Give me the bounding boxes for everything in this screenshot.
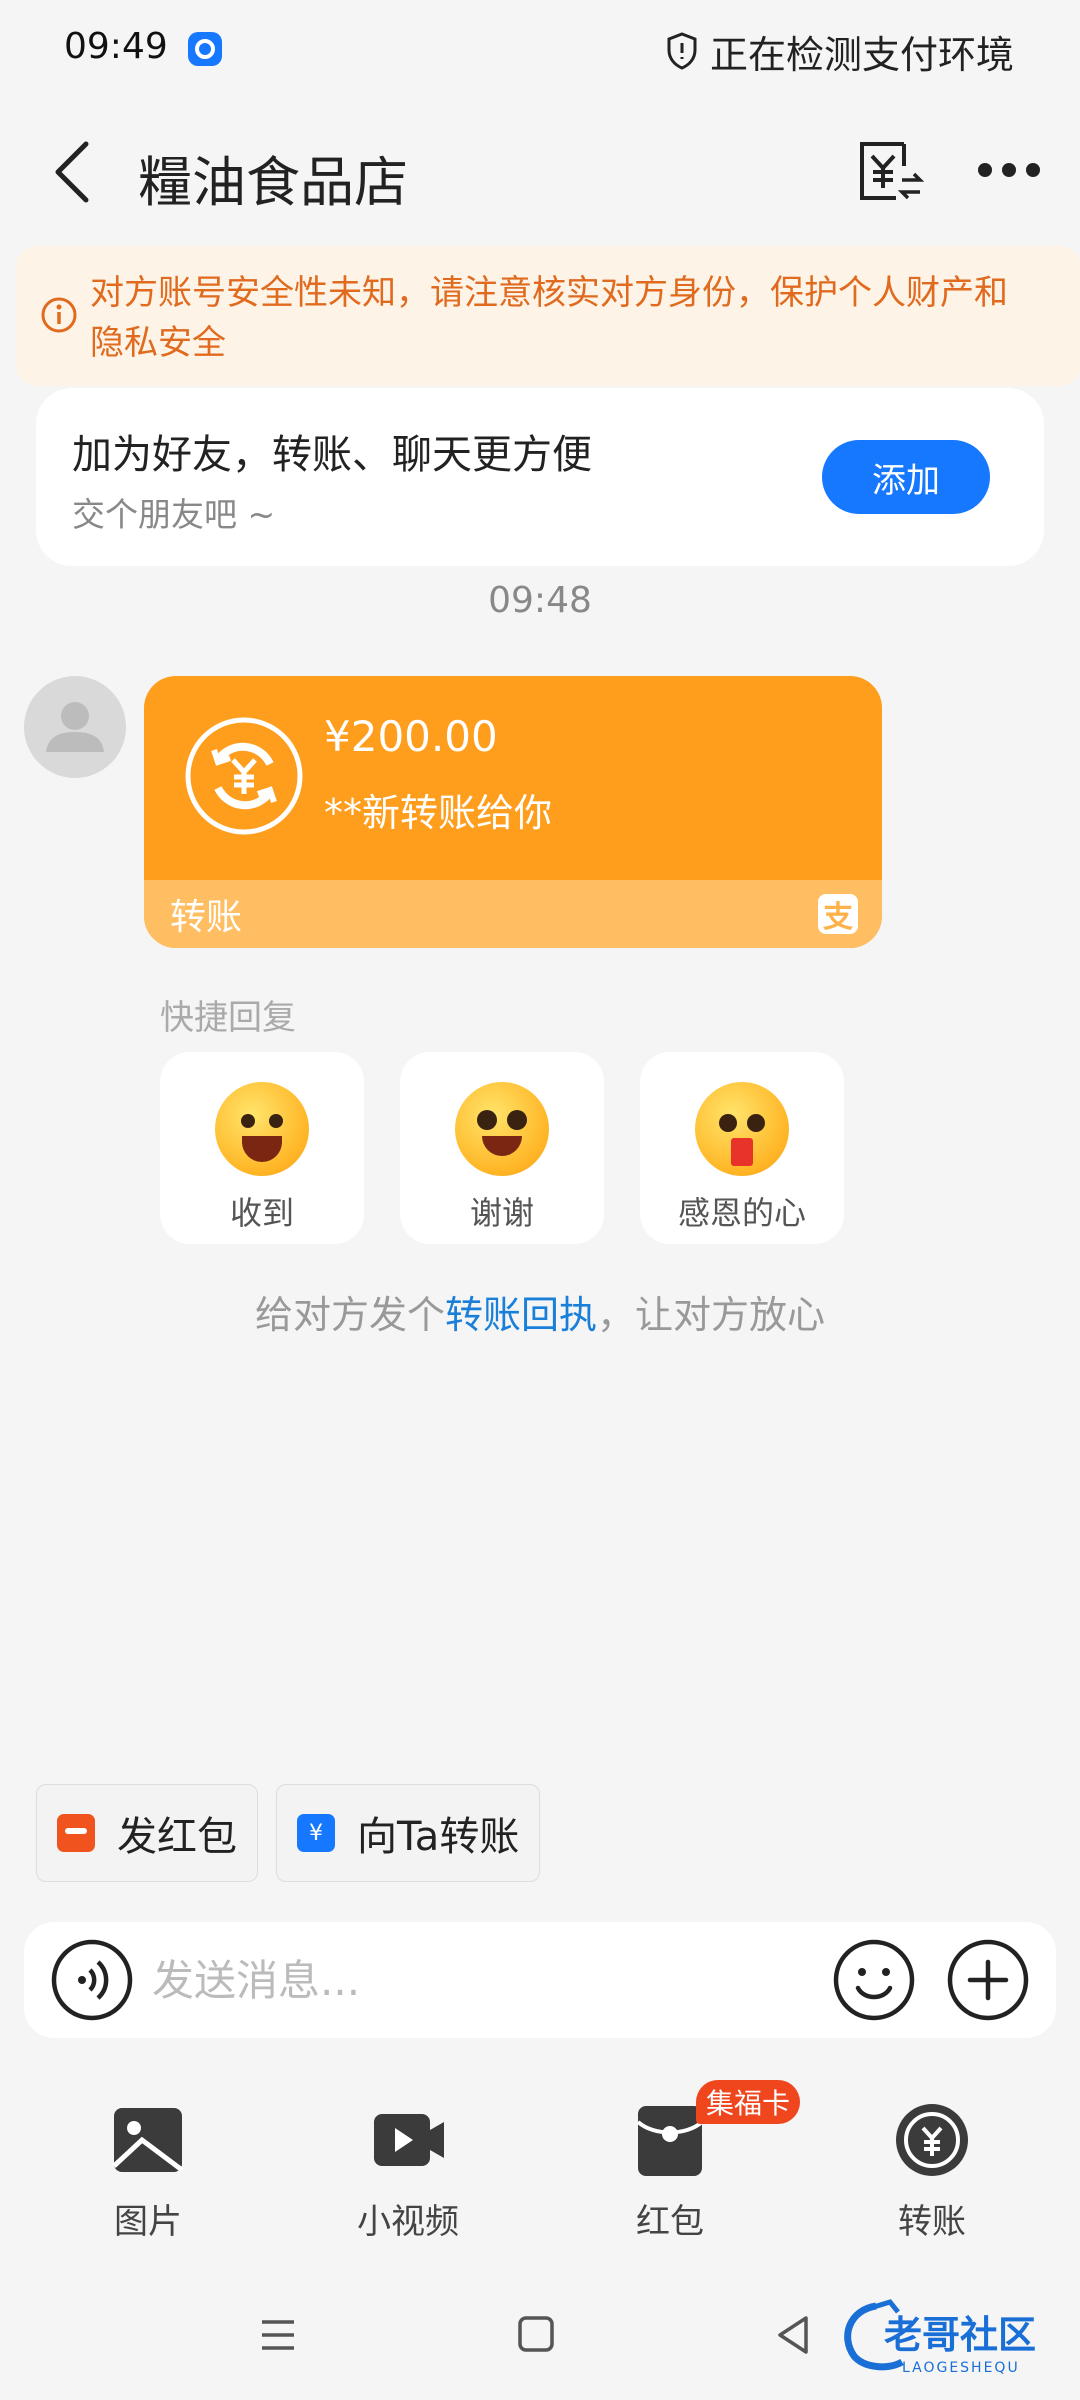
quick-reply-received[interactable]: 收到 xyxy=(160,1052,364,1244)
add-friend-button[interactable]: 添加 xyxy=(822,440,990,514)
plus-icon[interactable] xyxy=(946,1938,1030,2022)
red-packet-label: 发红包 xyxy=(117,1814,237,1860)
image-icon xyxy=(112,2108,184,2172)
quick-reply-thanks[interactable]: 谢谢 xyxy=(400,1052,604,1244)
home-icon[interactable] xyxy=(506,2310,566,2360)
receipt-hint-prefix: 给对方发个 xyxy=(254,1293,445,1337)
receipt-hint-suffix: ，让对方放心 xyxy=(597,1293,826,1337)
transfer-circle-icon xyxy=(185,717,303,835)
quick-reply-label: 谢谢 xyxy=(469,1194,534,1232)
watermark-subtitle: LAOGESHEQU xyxy=(902,2360,1020,2376)
grateful-emoji-icon xyxy=(695,1082,789,1176)
transfer-note: **新转账给你 xyxy=(324,791,553,835)
message-timestamp: 09:48 xyxy=(488,580,592,621)
transfer-chip-icon: ¥ xyxy=(297,1814,335,1852)
default-avatar-icon xyxy=(46,702,104,752)
voice-icon[interactable] xyxy=(50,1938,134,2022)
add-friend-subtitle: 交个朋友吧 ~ xyxy=(72,495,276,534)
bill-icon[interactable] xyxy=(856,136,926,206)
status-time: 09:49 xyxy=(64,26,168,67)
payment-env-status: 正在检测支付环境 xyxy=(710,33,1015,77)
warning-text: 对方账号安全性未知，请注意核实对方身份，保护个人财产和隐私安全 xyxy=(90,273,1008,363)
thanks-emoji-icon xyxy=(455,1082,549,1176)
transfer-label: 转账 xyxy=(170,897,243,938)
quick-reply-label: 收到 xyxy=(229,1194,294,1232)
alipay-icon: 支 xyxy=(818,894,858,935)
alipay-status-icon xyxy=(188,32,222,66)
more-icon[interactable] xyxy=(974,150,1044,190)
emoji-icon[interactable] xyxy=(832,1938,916,2022)
add-friend-title: 加为好友，转账、聊天更方便 xyxy=(72,432,592,478)
panel-image-button[interactable]: 图片 xyxy=(58,2100,238,2242)
watermark-title: 老哥社区 xyxy=(884,2313,1036,2357)
transfer-amount: ¥200.00 xyxy=(324,712,498,761)
avatar[interactable] xyxy=(24,676,126,778)
transfer-to-ta-label: 向Ta转账 xyxy=(357,1814,520,1860)
page-title: 糧油食品店 xyxy=(138,151,408,214)
back-button[interactable] xyxy=(40,130,100,214)
panel-transfer-button[interactable]: 转账 xyxy=(842,2100,1022,2242)
quick-reply-grateful[interactable]: 感恩的心 xyxy=(640,1052,844,1244)
bubble-footer xyxy=(144,880,882,948)
transfer-icon xyxy=(896,2104,968,2176)
panel-video-button[interactable]: 小视频 xyxy=(318,2100,498,2242)
panel-transfer-label: 转账 xyxy=(898,2202,966,2242)
send-red-packet-button[interactable]: 发红包 xyxy=(36,1784,258,1882)
watermark-logo: 老哥社区 LAOGESHEQU xyxy=(844,2299,1036,2376)
info-icon xyxy=(41,297,77,333)
message-input[interactable] xyxy=(152,1950,792,2010)
panel-red-packet-label: 红包 xyxy=(636,2202,704,2242)
laughing-emoji-icon xyxy=(215,1082,309,1176)
back-nav-icon[interactable] xyxy=(764,2310,824,2360)
receipt-hint: 给对方发个转账回执，让对方放心 xyxy=(0,1284,1080,1339)
red-packet-icon xyxy=(57,1814,95,1852)
quick-reply-title: 快捷回复 xyxy=(160,998,296,1038)
jifuka-badge: 集福卡 xyxy=(696,2080,800,2124)
video-icon xyxy=(374,2114,444,2166)
panel-video-label: 小视频 xyxy=(357,2202,459,2242)
transfer-receipt-link[interactable]: 转账回执 xyxy=(445,1293,597,1337)
panel-image-label: 图片 xyxy=(114,2202,182,2242)
menu-icon[interactable] xyxy=(248,2310,308,2360)
transfer-to-ta-button[interactable]: ¥ 向Ta转账 xyxy=(276,1784,541,1882)
quick-reply-label: 感恩的心 xyxy=(677,1194,806,1232)
shield-icon xyxy=(667,32,697,70)
